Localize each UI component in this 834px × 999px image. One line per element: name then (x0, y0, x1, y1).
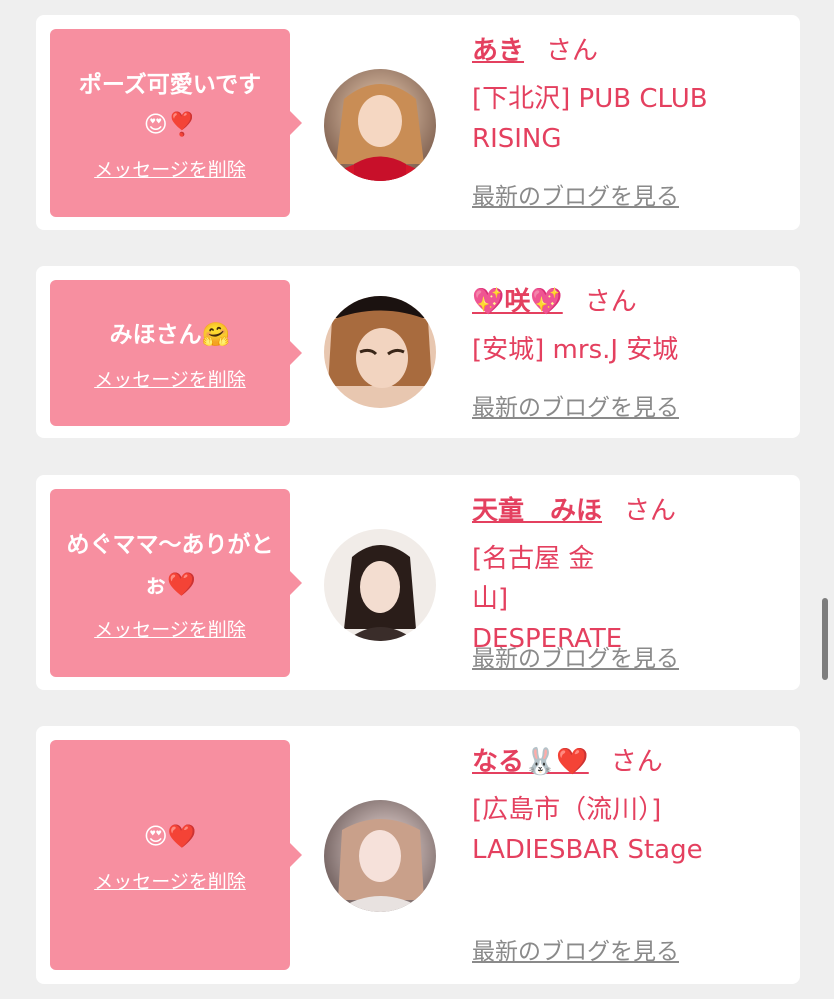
cast-info: 天童 みほ さん [名古屋 金山] DESPERATE 最新のブログを見る (472, 493, 792, 673)
latest-blog-link[interactable]: 最新のブログを見る (472, 388, 679, 422)
message-card: 😍❤️ メッセージを削除 なる🐰❤️ さん [広島市（流川）] LADIESBAR… (36, 726, 800, 984)
cast-info: 💖咲💖 さん [安城] mrs.J 安城 最新のブログを見る (472, 284, 792, 424)
delete-message-link[interactable]: メッセージを削除 (94, 867, 246, 894)
cast-name-link[interactable]: あき (472, 36, 524, 66)
delete-message-link[interactable]: メッセージを削除 (94, 155, 246, 182)
message-bubble: ポーズ可愛いです😍❣️ メッセージを削除 (50, 29, 302, 217)
latest-blog-link[interactable]: 最新のブログを見る (472, 177, 679, 211)
message-card: めぐママ〜ありがとぉ❤️ メッセージを削除 天童 みほ さん [名古屋 金山] D… (36, 475, 800, 690)
honorific: さん (610, 747, 663, 777)
avatar[interactable] (324, 529, 436, 641)
honorific: さん (584, 287, 637, 317)
name-row: なる🐰❤️ さん (472, 744, 792, 784)
name-row: 💖咲💖 さん (472, 284, 792, 324)
message-card: みほさん🤗 メッセージを削除 💖咲💖 さん [安城] mrs.J 安城 最新のブロ… (36, 266, 800, 438)
message-bubble: みほさん🤗 メッセージを削除 (50, 280, 302, 426)
avatar[interactable] (324, 296, 436, 408)
honorific: さん (546, 36, 599, 66)
cast-info: なる🐰❤️ さん [広島市（流川）] LADIESBAR Stage 最新のブログ… (472, 744, 792, 968)
message-text: ポーズ可愛いです😍❣️ (78, 71, 262, 138)
message-text: めぐママ〜ありがとぉ❤️ (66, 531, 274, 598)
delete-message-link[interactable]: メッセージを削除 (94, 615, 246, 642)
message-bubble: 😍❤️ メッセージを削除 (50, 740, 302, 970)
shop-name: [安城] mrs.J 安城 (472, 335, 679, 365)
message-bubble: めぐママ〜ありがとぉ❤️ メッセージを削除 (50, 489, 302, 677)
cast-name-link[interactable]: 天童 みほ (472, 496, 602, 526)
cast-info: あき さん [下北沢] PUB CLUB RISING 最新のブログを見る (472, 33, 792, 213)
avatar[interactable] (324, 69, 436, 181)
shop-name: [広島市（流川）] LADIESBAR Stage (472, 795, 703, 865)
cast-name-link[interactable]: なる🐰❤️ (472, 747, 589, 777)
avatar[interactable] (324, 800, 436, 912)
name-row: 天童 みほ さん (472, 493, 792, 533)
scrollbar[interactable] (822, 598, 828, 680)
latest-blog-link[interactable]: 最新のブログを見る (472, 639, 679, 673)
shop-name: [下北沢] PUB CLUB RISING (472, 84, 708, 154)
latest-blog-link[interactable]: 最新のブログを見る (472, 932, 679, 966)
message-text: みほさん🤗 (109, 321, 231, 348)
honorific: さん (624, 496, 677, 526)
message-card: ポーズ可愛いです😍❣️ メッセージを削除 あき さん [下北沢] PUB CLUB… (36, 15, 800, 230)
name-row: あき さん (472, 33, 792, 73)
cast-name-link[interactable]: 💖咲💖 (472, 287, 563, 317)
delete-message-link[interactable]: メッセージを削除 (94, 365, 246, 392)
message-text: 😍❤️ (143, 823, 197, 850)
